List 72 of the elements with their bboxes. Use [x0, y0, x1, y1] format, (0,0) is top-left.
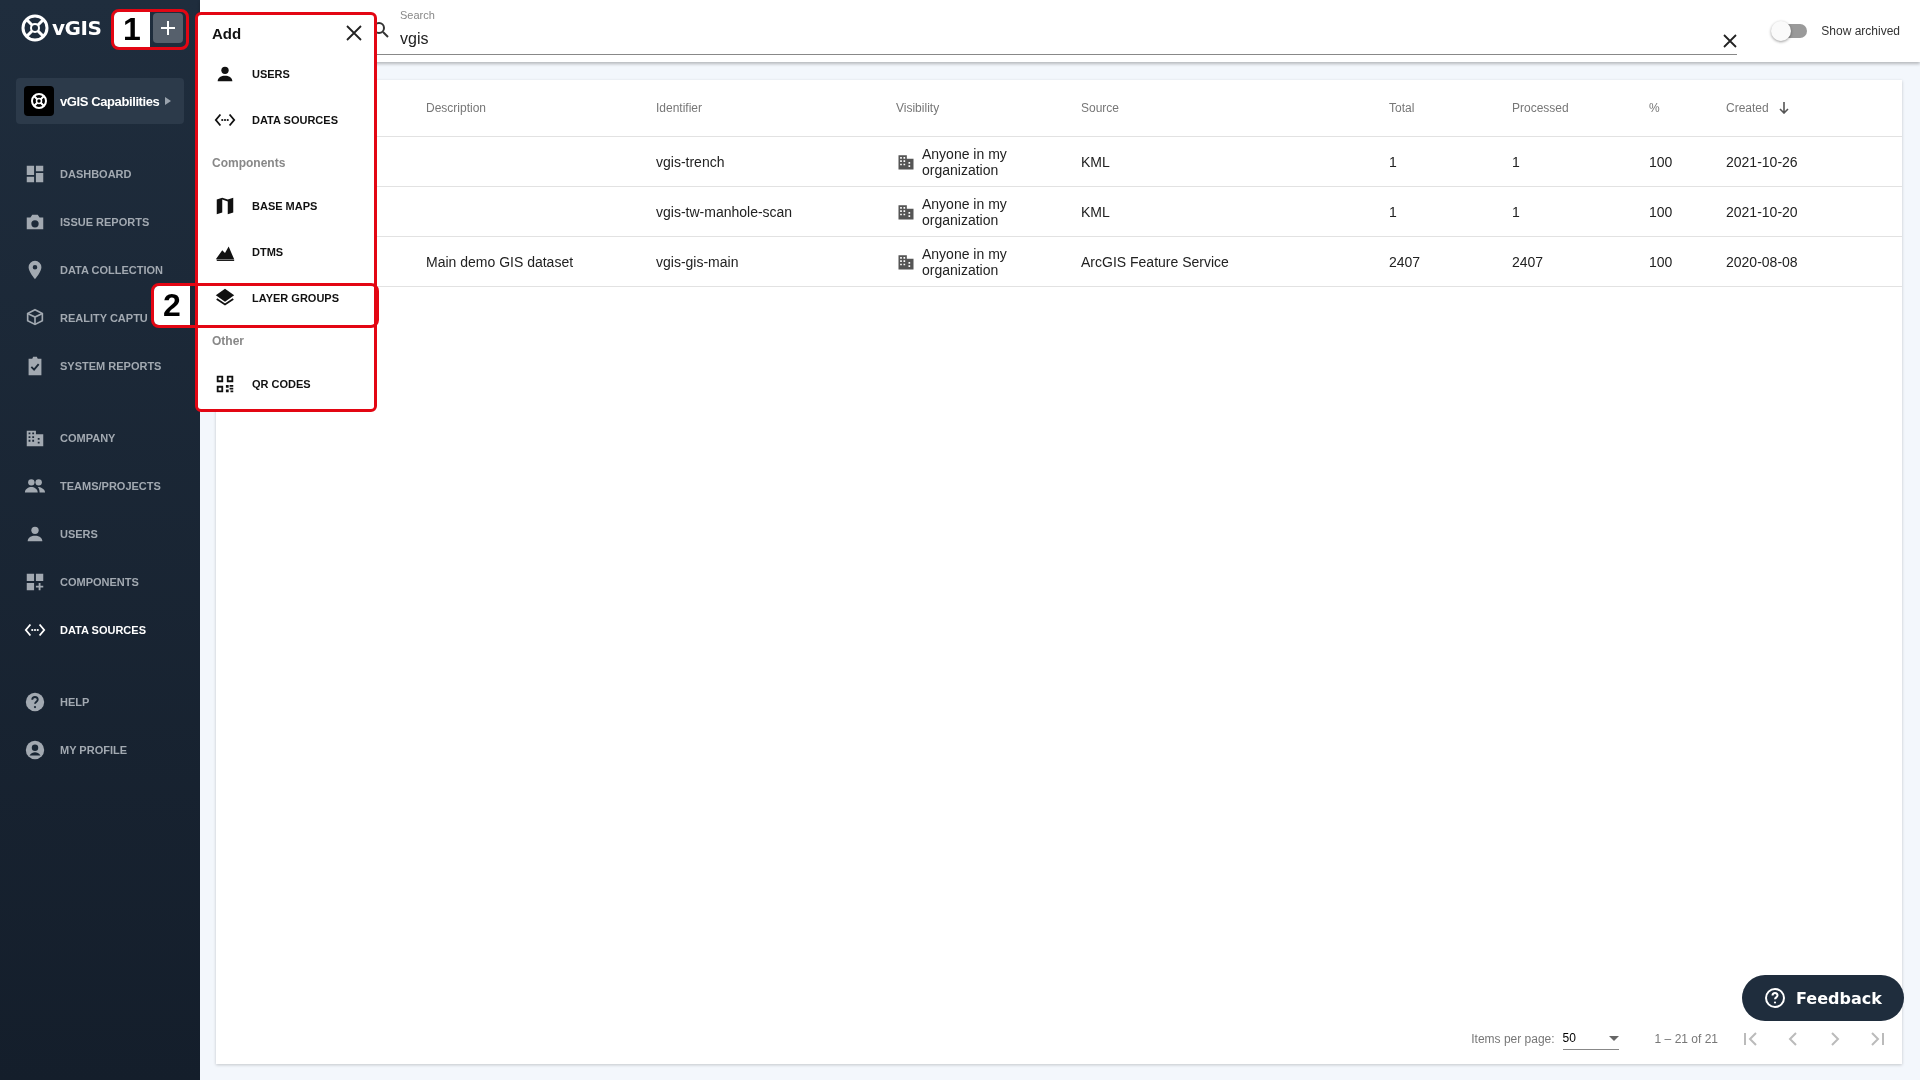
- column-header[interactable]: Source: [1081, 101, 1120, 115]
- table-cell: KML: [1081, 203, 1110, 220]
- nav-item[interactable]: ISSUE REPORTS: [0, 198, 200, 246]
- menu-section-title: Components: [211, 155, 287, 172]
- page-size-select[interactable]: 50: [1562, 1027, 1619, 1050]
- close-icon[interactable]: [1723, 34, 1738, 48]
- nav-item[interactable]: DATA SOURCES: [0, 606, 200, 654]
- nav-item[interactable]: USERS: [0, 510, 200, 558]
- page-range: 1 – 21 of 21: [1654, 1031, 1718, 1046]
- nav-item[interactable]: TEAMS/PROJECTS: [0, 462, 200, 510]
- table-cell: 100: [1649, 153, 1673, 170]
- menu-section-title: Other: [211, 333, 245, 350]
- sort-arrow-icon[interactable]: [1778, 102, 1789, 114]
- search-label: Search: [400, 9, 435, 21]
- map-icon: [214, 195, 236, 217]
- table-cell: 2020-08-08: [1726, 253, 1798, 270]
- nav-item[interactable]: DASHBOARD: [0, 150, 200, 198]
- help-icon: [1764, 987, 1786, 1009]
- nav-item[interactable]: DATA COLLECTION: [0, 246, 200, 294]
- toggle-switch[interactable]: [1773, 24, 1808, 38]
- caret-icon: [165, 97, 172, 105]
- search-field[interactable]: vgis: [398, 30, 1724, 48]
- nav-item[interactable]: COMPONENTS: [0, 558, 200, 606]
- column-header[interactable]: Created: [1726, 101, 1769, 115]
- help-icon: [24, 691, 46, 713]
- table-cell: 1: [1512, 203, 1520, 220]
- logo-text: vGIS: [52, 16, 102, 40]
- table-cell: vgis-trench: [656, 153, 725, 170]
- column-header[interactable]: Processed: [1512, 101, 1569, 115]
- menu-title: Add: [212, 24, 242, 42]
- show-archived-label: Show archived: [1821, 24, 1900, 38]
- column-header[interactable]: Visibility: [896, 101, 940, 115]
- logo-icon: [20, 13, 50, 43]
- table-cell: 2407: [1389, 253, 1421, 270]
- column-header[interactable]: Identifier: [656, 101, 703, 115]
- last-page-icon[interactable]: [1868, 1029, 1886, 1048]
- step-callout: 1: [111, 9, 189, 50]
- table-cell: KML: [1081, 153, 1110, 170]
- table-cell: 1: [1389, 203, 1397, 220]
- table-cell: 2021-10-20: [1726, 203, 1798, 220]
- table-cell: 2407: [1512, 253, 1544, 270]
- workspace-icon: [24, 86, 54, 116]
- close-icon[interactable]: [346, 25, 362, 41]
- workspace-selector[interactable]: vGIS Capabilities: [16, 78, 184, 124]
- table-cell: 2021-10-26: [1726, 153, 1798, 170]
- table-cell-text: Anyone in my organization: [922, 245, 1008, 278]
- table-cell: 100: [1649, 203, 1673, 220]
- plus-icon: [160, 20, 177, 36]
- nav-item[interactable]: HELP: [0, 678, 200, 726]
- table-cell: vgis-gis-main: [656, 253, 739, 270]
- nav-item[interactable]: COMPANY: [0, 414, 200, 462]
- table-cell: 100: [1649, 253, 1673, 270]
- table-cell: vgis-tw-manhole-scan: [656, 203, 793, 220]
- grid-plus-icon: [24, 571, 46, 593]
- qr-code-icon: [214, 373, 236, 395]
- first-page-icon[interactable]: [1742, 1029, 1760, 1048]
- add-button[interactable]: [153, 13, 184, 43]
- column-header[interactable]: Description: [426, 101, 487, 115]
- dashboard-icon: [24, 163, 46, 185]
- table-cell: ArcGIS Feature Service: [1081, 253, 1229, 270]
- column-header[interactable]: %: [1649, 101, 1660, 115]
- feedback-button[interactable]: Feedback: [1742, 975, 1904, 1021]
- account-icon: [24, 739, 46, 761]
- table-cell-text: Anyone in my organization: [922, 195, 1008, 228]
- items-per-page-label: Items per page:: [1471, 1031, 1555, 1046]
- table-cell-text: Anyone in my organization: [922, 145, 1008, 178]
- table-cell: 1: [1512, 153, 1520, 170]
- column-header[interactable]: Total: [1389, 101, 1415, 115]
- table-cell: Main demo GIS dataset: [426, 253, 574, 270]
- dropdown-icon: [1608, 1035, 1619, 1041]
- nav-item[interactable]: MY PROFILE: [0, 726, 200, 774]
- table-cell: 1: [1389, 153, 1397, 170]
